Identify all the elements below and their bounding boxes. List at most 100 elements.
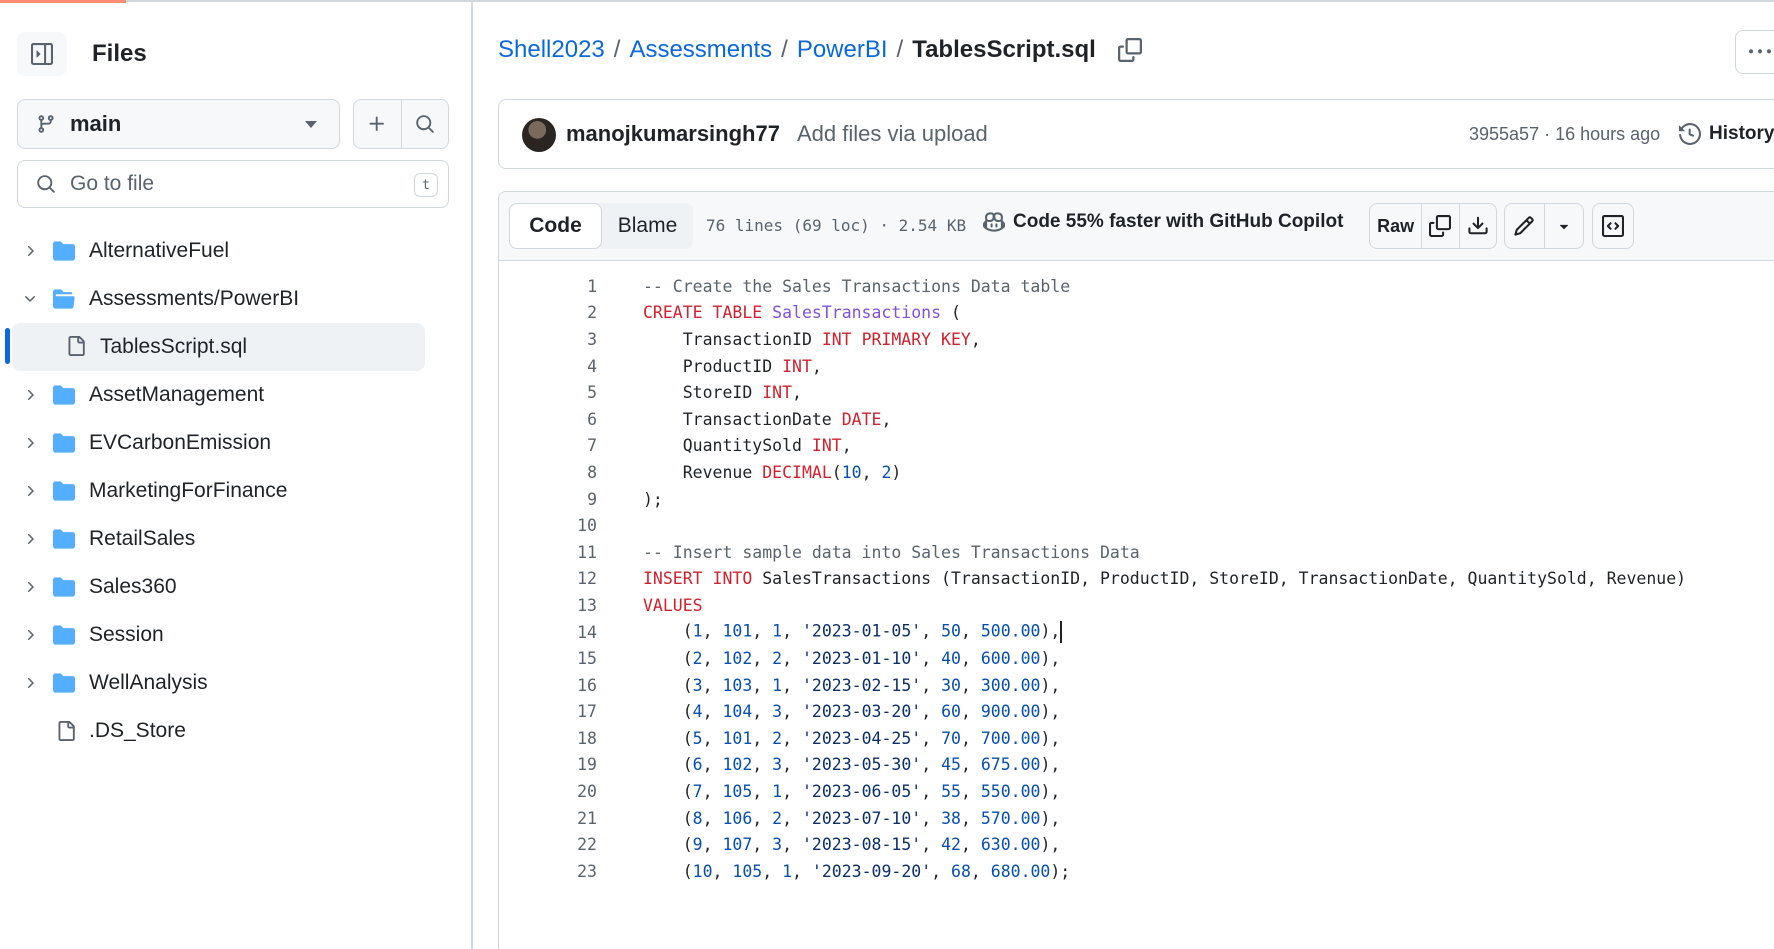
line-number[interactable]: 9	[499, 490, 597, 509]
go-to-file-input[interactable]: Go to file t	[17, 160, 449, 208]
add-file-button[interactable]	[354, 100, 401, 148]
commit-sha-and-time[interactable]: 3955a57 · 16 hours ago	[1469, 124, 1660, 145]
branch-icon	[38, 115, 54, 133]
copy-icon	[1429, 215, 1452, 237]
code-line: 3 TransactionID INT PRIMARY KEY,	[499, 326, 1774, 353]
line-number[interactable]: 5	[499, 383, 597, 402]
text-cursor	[1060, 621, 1063, 644]
code-line: 12 INSERT INTO SalesTransactions (Transac…	[499, 566, 1774, 593]
edit-file-button[interactable]	[1505, 204, 1544, 248]
line-number[interactable]: 20	[499, 782, 597, 801]
copy-path-button[interactable]	[1117, 38, 1142, 62]
tree-item-folder[interactable]: AssetManagement	[0, 371, 470, 419]
line-number[interactable]: 12	[499, 569, 597, 588]
line-number[interactable]: 17	[499, 702, 597, 721]
line-number[interactable]: 16	[499, 676, 597, 695]
tree-item-folder[interactable]: AlternativeFuel	[0, 227, 470, 275]
chevron-right-icon	[28, 390, 34, 400]
tree-item-folder[interactable]: Session	[0, 611, 470, 659]
line-number[interactable]: 1	[499, 277, 597, 296]
tree-item-label: Sales360	[89, 575, 177, 598]
code-text: (3, 103, 1, '2023-02-15', 30, 300.00),	[643, 675, 1061, 695]
tree-item-label: AlternativeFuel	[89, 239, 230, 262]
line-number[interactable]: 18	[499, 729, 597, 748]
chevron-right-icon	[28, 486, 34, 496]
code-text: (5, 101, 2, '2023-04-25', 70, 700.00),	[643, 728, 1061, 748]
code-blame-toggle: Code Blame	[509, 203, 693, 249]
code-line: 22 (9, 107, 3, '2023-08-15', 42, 630.00)…	[499, 831, 1774, 858]
code-line: 15 (2, 102, 2, '2023-01-10', 40, 600.00)…	[499, 645, 1774, 672]
code-view[interactable]: 1 -- Create the Sales Transactions Data t…	[499, 261, 1774, 885]
line-number[interactable]: 8	[499, 463, 597, 482]
line-number[interactable]: 4	[499, 357, 597, 376]
file-view: Shell2023 / Assessments / PowerBI / Tabl…	[475, 2, 1774, 949]
download-button[interactable]	[1458, 204, 1496, 248]
line-number[interactable]: 13	[499, 596, 597, 615]
file-actions-group: Raw	[1369, 203, 1497, 249]
pencil-icon	[1514, 216, 1535, 236]
code-text: -- Insert sample data into Sales Transac…	[643, 542, 1140, 562]
branch-selector[interactable]: main	[17, 99, 340, 149]
line-number[interactable]: 6	[499, 410, 597, 429]
search-code-button[interactable]	[400, 100, 449, 148]
tab-code[interactable]: Code	[509, 203, 602, 249]
breadcrumb-repo-link[interactable]: Shell2023	[498, 36, 605, 64]
line-number[interactable]: 14	[499, 623, 597, 642]
line-number[interactable]: 3	[499, 330, 597, 349]
copilot-promo-link[interactable]: Code 55% faster with GitHub Copilot	[983, 211, 1343, 233]
line-number[interactable]: 23	[499, 862, 597, 881]
go-to-file-placeholder: Go to file	[70, 172, 155, 195]
more-options-button[interactable]	[1735, 30, 1774, 74]
code-line: 21 (8, 106, 2, '2023-07-10', 38, 570.00)…	[499, 805, 1774, 832]
sidebar-title: Files	[92, 40, 147, 67]
tree-item-folder[interactable]: Assessments/PowerBI	[0, 275, 470, 323]
breadcrumb-folder-link[interactable]: PowerBI	[797, 36, 888, 64]
tree-item-label: Session	[89, 623, 164, 646]
tree-item-folder[interactable]: WellAnalysis	[0, 659, 470, 707]
tree-item-folder[interactable]: EVCarbonEmission	[0, 419, 470, 467]
line-number[interactable]: 22	[499, 835, 597, 854]
line-number[interactable]: 11	[499, 543, 597, 562]
tree-item-label: TablesScript.sql	[100, 335, 248, 358]
code-line: 17 (4, 104, 3, '2023-03-20', 60, 900.00)…	[499, 699, 1774, 726]
breadcrumb-current-file: TablesScript.sql	[912, 36, 1096, 63]
chevron-right-icon	[28, 438, 34, 448]
line-number[interactable]: 21	[499, 809, 597, 828]
breadcrumb-separator: /	[613, 36, 621, 63]
code-line: 23 (10, 105, 1, '2023-09-20', 68, 680.00…	[499, 858, 1774, 885]
tree-item-file-active[interactable]: TablesScript.sql	[12, 323, 425, 371]
raw-button[interactable]: Raw	[1370, 204, 1421, 248]
line-number[interactable]: 15	[499, 649, 597, 668]
tree-item-folder[interactable]: Sales360	[0, 563, 470, 611]
copy-raw-button[interactable]	[1421, 204, 1458, 248]
tree-item-label: .DS_Store	[89, 719, 186, 742]
code-text: (10, 105, 1, '2023-09-20', 68, 680.00);	[643, 861, 1071, 881]
line-number[interactable]: 10	[499, 516, 597, 535]
chevron-down-icon	[305, 121, 317, 128]
symbols-panel-button[interactable]	[1593, 204, 1633, 248]
tree-item-folder[interactable]: MarketingForFinance	[0, 467, 470, 515]
tree-item-file[interactable]: .DS_Store	[0, 707, 470, 755]
edit-options-dropdown[interactable]	[1543, 204, 1583, 248]
line-number[interactable]: 7	[499, 436, 597, 455]
code-text: VALUES	[643, 595, 703, 615]
breadcrumb-folder-link[interactable]: Assessments	[629, 36, 772, 64]
commit-author-link[interactable]: manojkumarsingh77	[566, 121, 780, 147]
code-line: 18 (5, 101, 2, '2023-04-25', 70, 700.00)…	[499, 725, 1774, 752]
file-tree: AlternativeFuel Assessments/PowerBI Tabl…	[0, 227, 470, 755]
avatar[interactable]	[522, 118, 556, 152]
line-number[interactable]: 2	[499, 303, 597, 322]
line-number[interactable]: 19	[499, 755, 597, 774]
code-line: 9);	[499, 486, 1774, 513]
tab-blame[interactable]: Blame	[602, 203, 693, 249]
tree-item-folder[interactable]: RetailSales	[0, 515, 470, 563]
file-icon	[68, 336, 85, 356]
code-text: TransactionDate DATE,	[643, 409, 892, 429]
code-line: 4 ProductID INT,	[499, 353, 1774, 380]
code-text: (7, 105, 1, '2023-06-05', 55, 550.00),	[643, 782, 1061, 802]
folder-icon	[53, 673, 75, 693]
collapse-sidebar-button[interactable]	[17, 32, 67, 76]
code-line: 14 (1, 101, 1, '2023-01-05', 50, 500.00)…	[499, 619, 1774, 646]
commit-message-link[interactable]: Add files via upload	[797, 121, 988, 147]
history-button[interactable]: History	[1679, 123, 1774, 145]
